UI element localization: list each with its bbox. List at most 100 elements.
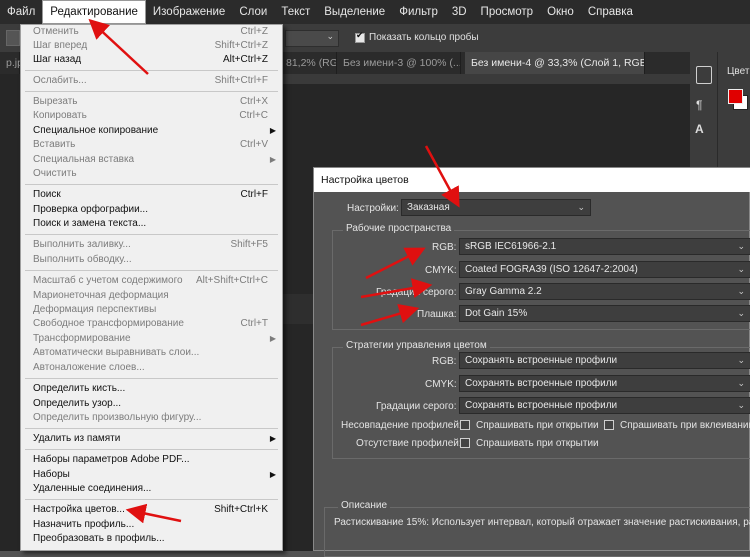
settings-dropdown[interactable]: Заказная ⌄ [401, 199, 591, 216]
submenu-arrow-icon: ▶ [269, 334, 276, 343]
chevron-down-icon: ⌄ [577, 202, 585, 212]
missing-ask-on-open-checkbox[interactable] [460, 438, 470, 448]
menu-item-spellcheck[interactable]: Проверка орфографии... [33, 203, 276, 217]
menu-item-define-pattern[interactable]: Определить узор... [33, 397, 276, 411]
ask-on-open-label: Спрашивать при открытии [476, 420, 599, 431]
menu-item-remote-connections[interactable]: Удаленные соединения... [33, 482, 276, 496]
rgb-workspace-dropdown[interactable]: sRGB IEC61966-2.1 ⌄ [459, 238, 750, 255]
menu-separator [25, 234, 278, 235]
show-ring-label: Показать кольцо пробы [369, 32, 479, 43]
show-ring-check-mark: ✔ [356, 30, 364, 40]
sample-size-dropdown[interactable]: ⌄ [285, 30, 339, 47]
menu-item-fill[interactable]: Выполнить заливку... Shift+F5 [33, 238, 276, 252]
menu-separator [25, 184, 278, 185]
history-icon[interactable] [696, 66, 712, 84]
menu-item-undo[interactable]: Отменить Ctrl+Z [33, 25, 276, 39]
menu-item-auto-blend[interactable]: Автоналожение слоев... [33, 361, 276, 375]
gray-workspace-dropdown[interactable]: Gray Gamma 2.2 ⌄ [459, 283, 750, 300]
menu-item-stroke[interactable]: Выполнить обводку... [33, 253, 276, 267]
menu-item-define-brush[interactable]: Определить кисть... [33, 382, 276, 396]
cmyk-workspace-dropdown[interactable]: Coated FOGRA39 (ISO 12647-2:2004) ⌄ [459, 261, 750, 278]
menu-edit[interactable]: Редактирование [42, 0, 146, 24]
submenu-arrow-icon: ▶ [269, 434, 276, 443]
dialog-title: Настройка цветов [314, 168, 750, 192]
description-text: Растискивание 15%: Использует интервал, … [334, 517, 750, 528]
chevron-down-icon: ⌄ [737, 286, 745, 296]
policy-rgb-label: RGB: [432, 356, 457, 367]
menu-item-pdf-presets[interactable]: Наборы параметров Adobe PDF... [33, 453, 276, 467]
menu-separator [25, 449, 278, 450]
menu-item-purge[interactable]: Удалить из памяти ▶ [33, 432, 276, 446]
chevron-down-icon: ⌄ [737, 308, 745, 318]
ruler-fragment [282, 294, 314, 324]
menu-item-paste-special[interactable]: Специальная вставка ▶ [33, 153, 276, 167]
tool-preset-picker[interactable] [6, 30, 20, 46]
menu-item-color-settings[interactable]: Настройка цветов... Shift+Ctrl+K [33, 503, 276, 517]
menu-item-content-aware-scale[interactable]: Масштаб с учетом содержимого Alt+Shift+Ct… [33, 274, 276, 288]
tab-doc-2[interactable]: 81,2% (RGB/8... [280, 52, 337, 74]
menu-view[interactable]: Просмотр [474, 0, 541, 24]
menu-item-perspective-warp[interactable]: Деформация перспективы [33, 303, 276, 317]
policy-gray-dropdown[interactable]: Сохранять встроенные профили ⌄ [459, 397, 750, 414]
color-settings-dialog: Настройка цветов Настройки: Заказная ⌄ Ра… [313, 167, 750, 557]
settings-label: Настройки: [347, 203, 399, 214]
menu-3d[interactable]: 3D [445, 0, 474, 24]
menu-text[interactable]: Текст [274, 0, 317, 24]
menu-image[interactable]: Изображение [146, 0, 232, 24]
ask-on-paste-checkbox[interactable] [604, 420, 614, 430]
menu-item-step-back[interactable]: Шаг назад Alt+Ctrl+Z [33, 53, 276, 67]
menu-item-transform[interactable]: Трансформирование ▶ [33, 332, 276, 346]
rgb-label: RGB: [432, 242, 457, 253]
menu-item-auto-align[interactable]: Автоматически выравнивать слои... [33, 346, 276, 360]
menu-file[interactable]: Файл [0, 0, 42, 24]
menu-select[interactable]: Выделение [317, 0, 392, 24]
missing-ask-on-open-label: Спрашивать при открытии [476, 438, 599, 449]
tab-doc-1[interactable]: p.jpg [0, 52, 29, 74]
menu-item-copy[interactable]: Копировать Ctrl+C [33, 109, 276, 123]
spot-label: Плашка: [417, 309, 457, 320]
menu-help[interactable]: Справка [581, 0, 640, 24]
color-panel-title: Цвет [727, 66, 750, 77]
menu-item-step-forward[interactable]: Шаг вперед Shift+Ctrl+Z [33, 39, 276, 53]
character-icon[interactable]: A [695, 122, 704, 136]
missing-label: Отсутствие профилей: [356, 438, 462, 449]
menu-item-clear[interactable]: Очистить [33, 167, 276, 181]
menu-item-fade[interactable]: Ослабить... Shift+Ctrl+F [33, 74, 276, 88]
mismatch-label: Несовпадение профилей: [341, 420, 462, 431]
menu-separator [25, 70, 278, 71]
chevron-down-icon: ⌄ [737, 378, 745, 388]
menu-item-cut[interactable]: Вырезать Ctrl+X [33, 95, 276, 109]
menu-item-convert-profile[interactable]: Преобразовать в профиль... [33, 532, 276, 546]
menu-item-special-copy[interactable]: Специальное копирование ▶ [33, 124, 276, 138]
policy-cmyk-label: CMYK: [425, 379, 457, 390]
policy-cmyk-dropdown[interactable]: Сохранять встроенные профили ⌄ [459, 375, 750, 392]
menu-layers[interactable]: Слои [232, 0, 274, 24]
paragraph-icon[interactable]: ¶ [696, 98, 702, 112]
policy-rgb-dropdown[interactable]: Сохранять встроенные профили ⌄ [459, 352, 750, 369]
menu-item-free-transform[interactable]: Свободное трансформирование Ctrl+T [33, 317, 276, 331]
menu-item-define-shape[interactable]: Определить произвольную фигуру... [33, 411, 276, 425]
cmyk-label: CMYK: [425, 265, 457, 276]
submenu-arrow-icon: ▶ [269, 126, 276, 135]
menu-item-puppet-warp[interactable]: Марионеточная деформация [33, 289, 276, 303]
menu-item-search[interactable]: Поиск Ctrl+F [33, 188, 276, 202]
menu-item-presets[interactable]: Наборы ▶ [33, 468, 276, 482]
tab-doc-3[interactable]: Без имени-3 @ 100% (... [337, 52, 461, 74]
ask-on-open-checkbox[interactable] [460, 420, 470, 430]
chevron-down-icon: ⌄ [737, 241, 745, 251]
foreground-color-swatch[interactable] [728, 89, 743, 104]
menu-window[interactable]: Окно [540, 0, 581, 24]
chevron-down-icon: ⌄ [737, 355, 745, 365]
spot-workspace-dropdown[interactable]: Dot Gain 15% ⌄ [459, 305, 750, 322]
menu-item-paste[interactable]: Вставить Ctrl+V [33, 138, 276, 152]
chevron-down-icon: ⌄ [737, 400, 745, 410]
ask-on-paste-label: Спрашивать при вклеивании [620, 420, 750, 431]
menu-filter[interactable]: Фильтр [392, 0, 445, 24]
edit-menu-dropdown: Отменить Ctrl+Z Шаг вперед Shift+Ctrl+Z Ша… [20, 24, 283, 551]
tab-doc-active[interactable]: Без имени-4 @ 33,3% (Слой 1, RGB/8#) * [465, 52, 645, 74]
menu-item-assign-profile[interactable]: Назначить профиль... [33, 518, 276, 532]
menu-item-find-replace[interactable]: Поиск и замена текста... [33, 217, 276, 231]
description-group [324, 507, 750, 557]
workspaces-title: Рабочие пространства [343, 223, 455, 234]
menu-separator [25, 91, 278, 92]
